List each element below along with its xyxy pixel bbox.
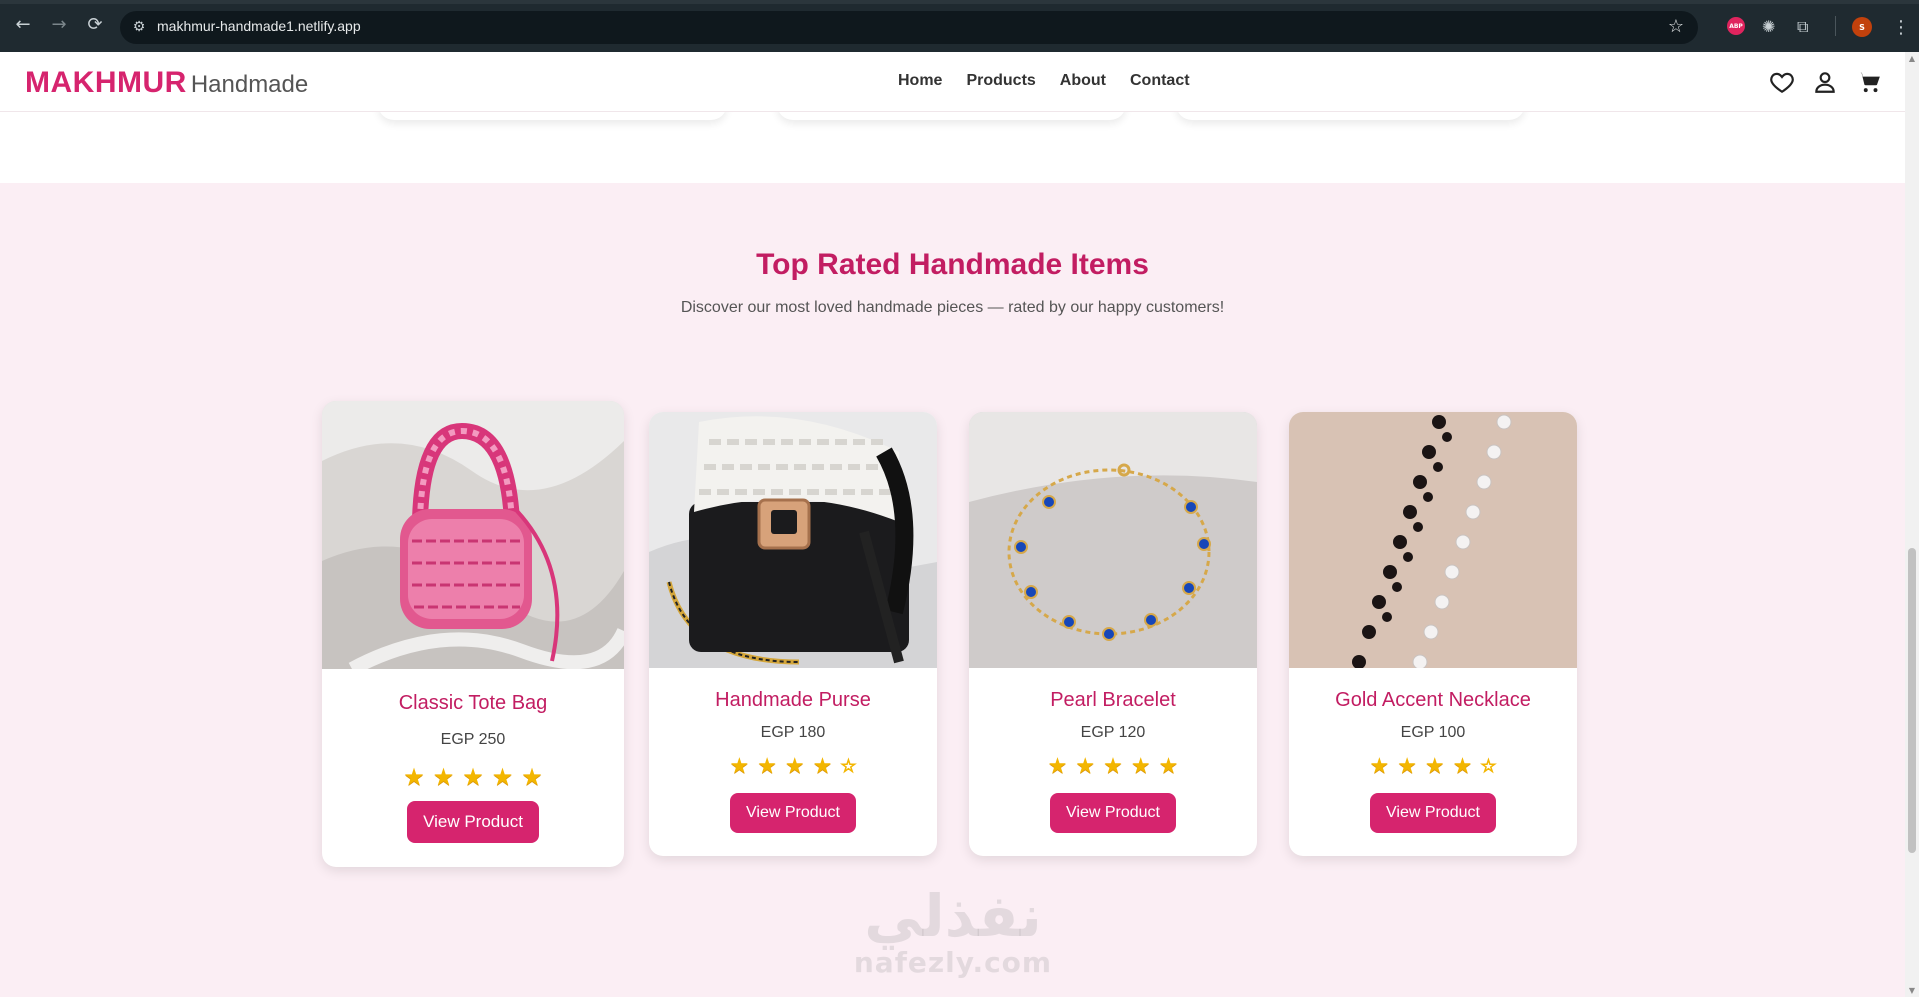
star-rating: ★ ★ ★ ★ ★ [969,756,1257,778]
star-filled-icon: ★ [403,763,425,791]
section-subtitle: Discover our most loved handmade pieces … [680,299,1225,316]
star-filled-icon: ★ [1103,754,1123,779]
nav-products[interactable]: Products [966,72,1035,90]
product-price: EGP 180 [760,724,826,741]
nav-about[interactable]: About [1060,72,1106,90]
browser-menu-icon[interactable]: ⋮ [1892,17,1910,38]
nav-contact[interactable]: Contact [1130,72,1190,90]
forward-icon[interactable]: → [48,14,70,35]
star-rating: ★ ★ ★ ★ ★ [322,763,624,791]
star-filled-icon: ★ [784,754,805,779]
back-icon[interactable]: ← [12,14,34,35]
reload-icon[interactable]: ⟳ [84,14,106,35]
star-filled-icon: ★ [812,754,833,779]
view-product-button[interactable]: View Product [1370,793,1496,833]
browser-toolbar: ← → ⟳ ⚙ makhmur-handmade1.netlify.app ☆ … [0,0,1919,52]
top-rated-section: Top Rated Handmade Items Discover our mo… [0,183,1905,997]
view-product-button[interactable]: View Product [407,801,539,843]
star-filled-icon: ★ [491,763,514,791]
product-price: EGP 250 [440,731,506,748]
product-name[interactable]: Classic Tote Bag [322,692,624,715]
star-filled-icon: ★ [1397,754,1417,779]
scroll-thumb[interactable] [1908,548,1916,853]
main-nav: Home Products About Contact [898,72,1190,90]
product-name[interactable]: Handmade Purse [649,689,937,712]
url-text[interactable]: makhmur-handmade1.netlify.app [157,18,361,34]
site-settings-icon[interactable]: ⚙ [130,18,148,36]
watermark-arabic: نفذلي [864,882,1042,950]
star-empty-icon: ☆ [1480,756,1497,778]
section-title: Top Rated Handmade Items [756,248,1149,281]
product-price: EGP 120 [1080,724,1146,741]
adblock-extension-icon[interactable]: ABP [1727,17,1745,35]
star-empty-icon: ☆ [840,756,857,778]
product-image-necklace[interactable] [1289,412,1577,668]
star-filled-icon: ★ [1424,754,1445,779]
product-card[interactable]: Classic Tote Bag EGP 250 ★ ★ ★ ★ ★ View Prod… [322,401,624,867]
address-bar[interactable]: ⚙ makhmur-handmade1.netlify.app ☆ [120,11,1698,44]
brand-logo[interactable]: MAKHMUR Handmade [25,66,308,100]
star-filled-icon: ★ [1369,754,1390,779]
product-name[interactable]: Gold Accent Necklace [1289,689,1577,712]
product-image-purse[interactable] [649,412,937,668]
star-filled-icon: ★ [1158,754,1179,779]
star-filled-icon: ★ [1075,754,1096,779]
product-image-bracelet[interactable] [969,412,1257,668]
product-card[interactable]: Handmade Purse EGP 180 ★ ★ ★ ★ ☆ View Produc… [649,412,937,856]
tab-strip [0,0,1919,4]
brand-main-text: MAKHMUR [25,66,187,99]
user-icon[interactable] [1812,69,1838,95]
toolbar-divider [1835,16,1836,36]
bookmark-star-icon[interactable]: ☆ [1668,16,1684,37]
product-price: EGP 100 [1400,724,1466,741]
star-filled-icon: ★ [1047,754,1068,779]
product-name[interactable]: Pearl Bracelet [969,689,1257,712]
scroll-down-arrow-icon[interactable]: ▼ [1907,986,1917,995]
watermark-latin: nafezly.com [853,946,1053,979]
profile-avatar[interactable]: S [1852,17,1872,37]
scroll-up-arrow-icon[interactable]: ▲ [1907,54,1917,63]
star-filled-icon: ★ [432,763,455,791]
star-rating: ★ ★ ★ ★ ☆ [649,756,937,778]
product-card[interactable]: Pearl Bracelet EGP 120 ★ ★ ★ ★ ★ View Produc… [969,412,1257,856]
heart-icon[interactable] [1769,69,1795,95]
product-card[interactable]: Gold Accent Necklace EGP 100 ★ ★ ★ ★ ☆ View … [1289,412,1577,856]
extension-gear-icon[interactable]: ✺ [1762,17,1775,36]
extensions-puzzle-icon[interactable]: ⧉ [1797,17,1808,37]
view-product-button[interactable]: View Product [1050,793,1176,833]
star-filled-icon: ★ [757,754,777,779]
product-image-tote-bag[interactable] [322,401,624,669]
web-page: MAKHMUR Handmade Home Products About Cont… [0,52,1905,997]
star-filled-icon: ★ [729,754,750,779]
star-rating: ★ ★ ★ ★ ☆ [1289,756,1577,778]
nav-home[interactable]: Home [898,72,942,90]
star-filled-icon: ★ [521,763,543,791]
cart-icon[interactable] [1856,69,1882,95]
browser-nav: ← → ⟳ [12,14,106,35]
star-filled-icon: ★ [1130,754,1151,779]
star-filled-icon: ★ [462,763,484,791]
star-filled-icon: ★ [1452,754,1473,779]
view-product-button[interactable]: View Product [730,793,856,833]
site-header: MAKHMUR Handmade Home Products About Cont… [0,52,1905,112]
watermark: نفذلي nafezly.com [838,886,1068,980]
brand-sub-text: Handmade [190,71,309,98]
page-scrollbar[interactable]: ▲ ▼ [1905,52,1919,997]
